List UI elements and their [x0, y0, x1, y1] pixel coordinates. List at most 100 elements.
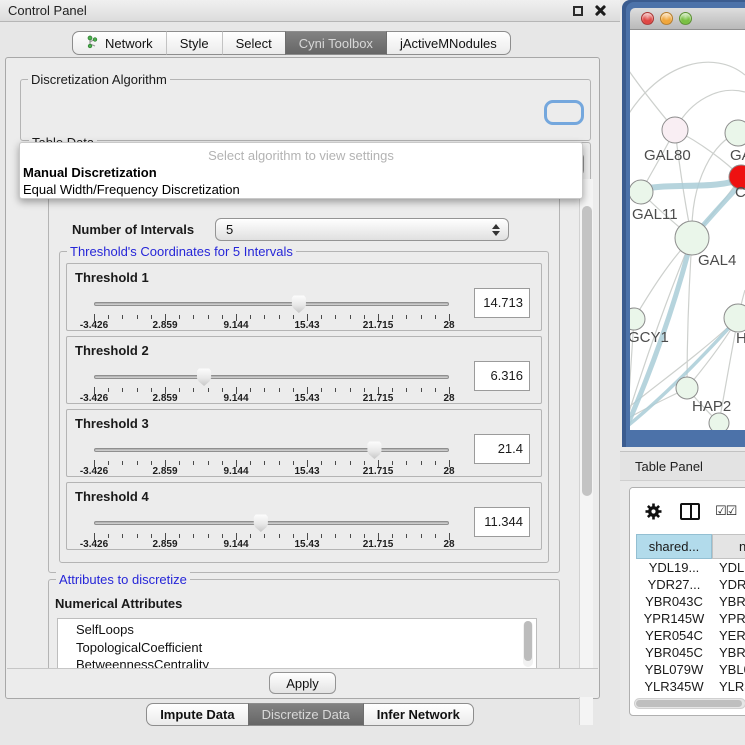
- network-node[interactable]: [676, 377, 698, 399]
- select-columns-icon[interactable]: ☑☑: [715, 503, 736, 519]
- tab-select[interactable]: Select: [222, 31, 285, 55]
- network-node[interactable]: [662, 117, 688, 143]
- table-row[interactable]: YPR145WYPR1: [636, 610, 745, 627]
- tab-discretize-data[interactable]: Discretize Data: [248, 703, 364, 726]
- table-row[interactable]: YER054CYER0: [636, 627, 745, 644]
- traffic-light-minimize-icon[interactable]: [660, 12, 673, 25]
- numerical-attributes-list[interactable]: SelfLoopsTopologicalCoefficientBetweenne…: [57, 618, 537, 670]
- tab-cyni-toolbox[interactable]: Cyni Toolbox: [285, 31, 387, 55]
- network-window-titlebar[interactable]: [630, 8, 745, 30]
- scale-label: 2.859: [152, 539, 177, 550]
- table-panel-title: Table Panel: [635, 459, 703, 474]
- slider-thumb-icon[interactable]: [253, 514, 268, 532]
- traffic-light-close-icon[interactable]: [641, 12, 654, 25]
- slider-track[interactable]: [94, 302, 449, 306]
- table-row[interactable]: YDL19...YDL1: [636, 559, 745, 576]
- menu-item-manual-discretization[interactable]: Manual Discretization: [23, 165, 157, 180]
- column-header-name[interactable]: na: [712, 534, 745, 559]
- threshold-slider[interactable]: -3.4262.8599.14415.4321.71528: [94, 410, 449, 478]
- scale-label: -3.426: [80, 466, 108, 477]
- table-cell-shared[interactable]: YDL19...: [636, 559, 712, 576]
- scale-label: 21.715: [363, 466, 394, 477]
- network-node-label: HAP2: [692, 398, 731, 415]
- list-item[interactable]: SelfLoops: [76, 621, 536, 639]
- tab-network-label: Network: [105, 36, 153, 51]
- table-cell-name[interactable]: YDL1: [712, 559, 745, 576]
- scale-label: 28: [443, 466, 454, 477]
- table-cell-name[interactable]: YDR2: [712, 576, 745, 593]
- column-header-shared[interactable]: shared...: [636, 534, 712, 559]
- table-cell-shared[interactable]: YBR045C: [636, 644, 712, 661]
- network-node[interactable]: [630, 308, 645, 330]
- table-cell-name[interactable]: YBR0: [712, 593, 745, 610]
- tab-jactivemnodules[interactable]: jActiveMNodules: [387, 31, 511, 55]
- thresholds-group: Threshold's Coordinates for 5 Intervals …: [59, 251, 549, 563]
- close-icon[interactable]: [595, 5, 606, 16]
- tab-infer-network[interactable]: Infer Network: [364, 703, 474, 726]
- slider-thumb-icon[interactable]: [197, 368, 212, 386]
- tab-impute-data[interactable]: Impute Data: [146, 703, 247, 726]
- table-row[interactable]: YBL079WYBL0: [636, 661, 745, 678]
- table-row[interactable]: YLR345WYLR3: [636, 678, 745, 695]
- control-panel-titlebar: Control Panel: [0, 0, 620, 22]
- table-row[interactable]: YBR045CYBR0: [636, 644, 745, 661]
- table-cell-name[interactable]: YPR1: [712, 610, 745, 627]
- apply-bar: Apply: [7, 668, 598, 697]
- table-cell-shared[interactable]: YBL079W: [636, 661, 712, 678]
- slider-scale-row: -3.4262.8599.14415.4321.71528: [94, 466, 449, 478]
- threshold-value-field[interactable]: 6.316: [474, 361, 530, 391]
- table-cell-name[interactable]: YER0: [712, 627, 745, 644]
- gear-icon[interactable]: [644, 502, 663, 521]
- slider-track[interactable]: [94, 375, 449, 379]
- menu-item-equal-width-frequency[interactable]: Equal Width/Frequency Discretization: [23, 182, 240, 197]
- network-canvas[interactable]: GAL80GACGAL11GAL4GCY1HHAP2: [630, 30, 745, 430]
- table-cell-shared[interactable]: YER054C: [636, 627, 712, 644]
- threshold-slider[interactable]: -3.4262.8599.14415.4321.71528: [94, 483, 449, 551]
- threshold-value-field[interactable]: 14.713: [474, 288, 530, 318]
- hscrollbar-thumb[interactable]: [636, 700, 742, 707]
- scale-label: 15.43: [294, 320, 319, 331]
- threshold-value-field[interactable]: 21.4: [474, 434, 530, 464]
- table-cell-shared[interactable]: YPR145W: [636, 610, 712, 627]
- table-row[interactable]: YDR27...YDR2: [636, 576, 745, 593]
- table-cell-name[interactable]: YBL0: [712, 661, 745, 678]
- apply-button[interactable]: Apply: [269, 672, 336, 694]
- slider-track[interactable]: [94, 521, 449, 525]
- network-node-label: GCY1: [630, 329, 669, 346]
- table-cell-shared[interactable]: YBR043C: [636, 593, 712, 610]
- scale-label: 15.43: [294, 539, 319, 550]
- network-node[interactable]: [725, 120, 745, 146]
- network-node[interactable]: [709, 413, 729, 430]
- settings-scrollbar-thumb[interactable]: [582, 206, 592, 496]
- network-node[interactable]: [630, 180, 653, 204]
- tab-cyni-toolbox-label: Cyni Toolbox: [299, 36, 373, 51]
- scale-label: 21.715: [363, 539, 394, 550]
- threshold-value-field[interactable]: 11.344: [474, 507, 530, 537]
- traffic-light-zoom-icon[interactable]: [679, 12, 692, 25]
- network-node[interactable]: [675, 221, 709, 255]
- table-horizontal-scrollbar[interactable]: [634, 698, 745, 709]
- scale-label: -3.426: [80, 320, 108, 331]
- list-scrollbar[interactable]: [523, 621, 533, 667]
- network-node-label: GAL80: [644, 147, 691, 164]
- slider-thumb-icon[interactable]: [367, 441, 382, 459]
- number-of-intervals-spinner[interactable]: 5: [215, 218, 509, 241]
- tab-style[interactable]: Style: [166, 31, 222, 55]
- settings-vertical-scrollbar[interactable]: [579, 179, 593, 725]
- split-columns-icon[interactable]: [680, 503, 700, 520]
- table-cell-name[interactable]: YBR0: [712, 644, 745, 661]
- slider-thumb-icon[interactable]: [291, 295, 306, 313]
- app-root: Control Panel Network Style Select Cyni …: [0, 0, 745, 745]
- table-cell-shared[interactable]: YLR345W: [636, 678, 712, 695]
- tab-network[interactable]: Network: [72, 31, 166, 55]
- table-cell-shared[interactable]: YDR27...: [636, 576, 712, 593]
- table-cell-name[interactable]: YLR3: [712, 678, 745, 695]
- algorithm-combobox-focus-ring[interactable]: [544, 100, 584, 125]
- scale-label: -3.426: [80, 393, 108, 404]
- float-window-icon[interactable]: [573, 6, 583, 16]
- list-item[interactable]: TopologicalCoefficient: [76, 639, 536, 657]
- threshold-slider[interactable]: -3.4262.8599.14415.4321.71528: [94, 337, 449, 405]
- slider-track[interactable]: [94, 448, 449, 452]
- threshold-slider[interactable]: -3.4262.8599.14415.4321.71528: [94, 264, 449, 332]
- table-row[interactable]: YBR043CYBR0: [636, 593, 745, 610]
